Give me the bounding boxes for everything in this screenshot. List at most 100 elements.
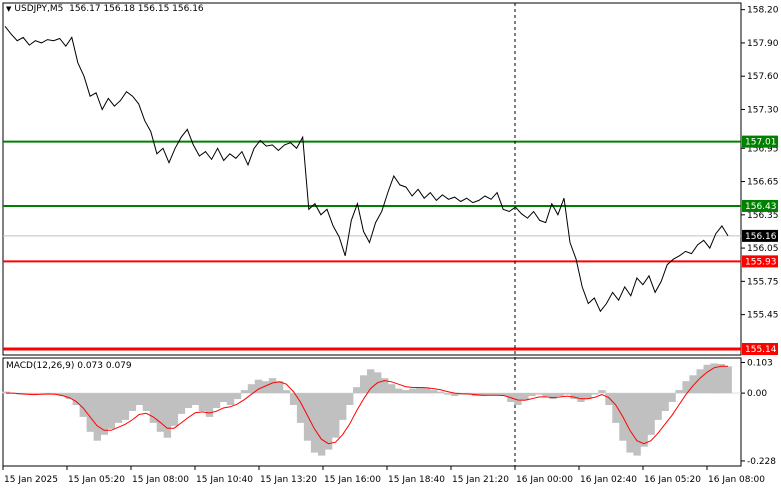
macd-histogram-bar	[163, 393, 172, 438]
macd-histogram-bar	[409, 388, 417, 394]
macd-histogram-bar	[402, 390, 410, 394]
macd-histogram-bar	[317, 393, 326, 456]
time-tick-label: 15 Jan 21:20	[452, 475, 509, 485]
macd-histogram-bar	[633, 393, 641, 456]
macd-histogram-bar	[268, 378, 277, 394]
macd-histogram-bar	[240, 390, 249, 394]
macd-histogram-bar	[332, 393, 340, 438]
level-badge-label: 156.43	[745, 202, 777, 212]
time-tick-label: 15 Jan 10:40	[196, 475, 253, 485]
chart-window[interactable]: 158.20 157.90 157.60 157.30 156.95 156.65 156.…	[0, 0, 781, 489]
macd-histogram-bar	[605, 393, 613, 405]
macd-histogram-bar	[156, 393, 165, 432]
macd-histogram-bar	[437, 391, 445, 394]
level-badge-label: 155.93	[745, 257, 777, 267]
price-tick-label: 158.20	[747, 6, 779, 16]
macd-histogram-bar	[360, 375, 368, 394]
macd-histogram-bar	[72, 393, 80, 405]
macd-histogram-bar	[444, 393, 452, 395]
macd-histogram-bar	[598, 390, 606, 394]
time-tick-label: 16 Jan 02:40	[580, 475, 637, 485]
macd-histogram-bar	[689, 375, 697, 394]
ohlc-values: 156.17 156.18 156.15 156.16	[69, 4, 204, 14]
price-tick-label: 156.05	[747, 244, 779, 254]
macd-histogram-bar	[493, 393, 501, 395]
macd-histogram-bar	[324, 393, 333, 450]
macd-histogram-bar	[170, 393, 179, 426]
macd-histogram-bar	[282, 390, 291, 394]
macd-histogram-bar	[121, 393, 130, 420]
price-tick-label: 155.45	[747, 311, 779, 321]
macd-label: MACD(12,26,9)	[6, 361, 75, 371]
price-tick-label: 157.30	[747, 105, 779, 115]
price-line-series	[4, 25, 729, 313]
macd-histogram-bar	[346, 393, 354, 405]
macd-histogram-bar	[577, 393, 585, 402]
time-tick-label: 15 Jan 2025	[4, 475, 58, 485]
macd-histogram-bar	[226, 393, 235, 405]
symbol-label: USDJPY,M5	[14, 4, 64, 14]
macd-histogram-bar	[367, 369, 375, 394]
macd-histogram-bar	[198, 393, 207, 411]
macd-histogram-bar	[128, 393, 137, 411]
macd-histogram-bar	[717, 364, 725, 394]
macd-histogram-bar	[647, 393, 655, 435]
macd-histogram-bar	[114, 393, 123, 423]
macd-histogram-bar	[395, 388, 403, 394]
macd-histogram-bar	[612, 393, 620, 423]
macd-histogram-bar	[37, 393, 45, 394]
macd-histogram-bar	[388, 384, 396, 394]
macd-histogram-bar	[528, 393, 536, 397]
macd-histogram-bar	[661, 393, 669, 411]
macd-histogram-bar	[591, 393, 599, 395]
price-tick-label: 156.35	[747, 211, 779, 221]
macd-histogram-bar	[135, 393, 144, 405]
macd-histogram-bar	[184, 393, 193, 408]
macd-histogram-bar	[563, 393, 571, 395]
macd-histogram-bar	[310, 393, 319, 453]
price-tick-label: 156.65	[747, 178, 779, 188]
macd-tick-label: -0.228	[747, 457, 776, 467]
time-tick-label: 16 Jan 05:20	[644, 475, 701, 485]
macd-histogram-bar	[30, 393, 38, 394]
chevron-down-icon[interactable]: ▼	[6, 5, 11, 13]
macd-histogram-bar	[675, 390, 683, 394]
macd-histogram-bar	[353, 387, 361, 394]
time-tick-label: 15 Jan 13:20	[260, 475, 317, 485]
time-tick-label: 15 Jan 16:00	[324, 475, 381, 485]
time-tick-label: 16 Jan 08:00	[708, 475, 765, 485]
macd-tick-label: 0.103	[747, 358, 773, 368]
price-tick-label: 155.75	[747, 277, 779, 287]
macd-histogram-bar	[79, 393, 87, 417]
symbol-header: ▼ USDJPY,M5 156.17 156.18 156.15 156.16	[6, 4, 204, 14]
macd-histogram-bar	[626, 393, 634, 453]
macd-histogram-bar	[556, 393, 564, 397]
time-tick-label: 15 Jan 05:20	[68, 475, 125, 485]
macd-histogram-bar	[339, 393, 347, 420]
macd-histogram-bar	[654, 393, 662, 420]
macd-histogram-bar	[430, 390, 438, 394]
macd-histogram-bar	[86, 393, 94, 432]
macd-histogram-bar	[549, 393, 557, 400]
price-tick-label: 157.90	[747, 39, 779, 49]
macd-histogram-bar	[93, 393, 101, 441]
macd-histogram-bar	[640, 393, 648, 447]
macd-histogram-bar	[542, 393, 550, 397]
macd-histogram-bar	[107, 393, 115, 429]
macd-values: 0.073 0.079	[77, 361, 132, 371]
time-tick-label: 15 Jan 18:40	[388, 475, 445, 485]
macd-histogram-bar	[233, 393, 242, 400]
chart-canvas[interactable]: 158.20157.90157.60157.30156.95156.65156.…	[0, 0, 781, 489]
macd-histogram-bar	[219, 393, 228, 402]
time-tick-label: 15 Jan 08:00	[132, 475, 189, 485]
level-badge-label: 155.14	[745, 345, 777, 355]
macd-histogram-bar	[142, 393, 151, 411]
macd-histogram-bar	[177, 393, 186, 414]
price-tick-label: 157.60	[747, 72, 779, 82]
macd-histogram-bar	[212, 393, 221, 408]
macd-histogram-bar	[535, 393, 543, 395]
current-price-label: 156.16	[745, 232, 777, 242]
macd-header: MACD(12,26,9) 0.073 0.079	[6, 361, 132, 371]
macd-histogram-bar	[191, 393, 200, 405]
macd-histogram-bar	[703, 364, 711, 394]
